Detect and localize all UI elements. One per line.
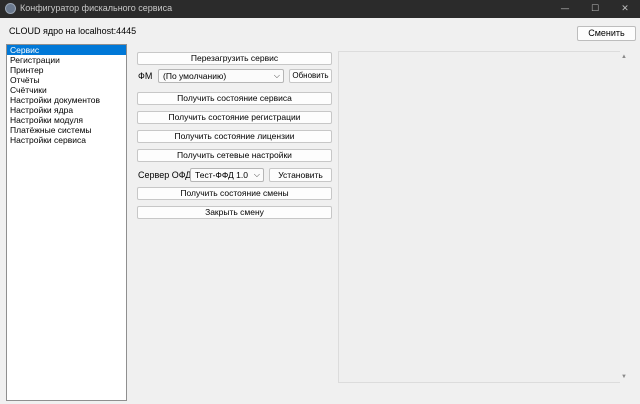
get-service-state-button[interactable]: Получить состояние сервиса: [137, 92, 332, 105]
ofd-server-value: Тест-ФФД 1.0: [195, 170, 248, 180]
close-button[interactable]: ✕: [610, 0, 640, 18]
close-shift-button[interactable]: Закрыть смену: [137, 206, 332, 219]
fm-select-value: (По умолчанию): [163, 71, 227, 81]
get-shift-state-button[interactable]: Получить состояние смены: [137, 187, 332, 200]
sidebar-item-core-settings[interactable]: Настройки ядра: [7, 105, 126, 115]
scroll-up-icon[interactable]: ▲: [620, 53, 628, 61]
host-label: CLOUD ядро на localhost:4445: [9, 26, 137, 36]
get-license-state-button[interactable]: Получить состояние лицензии: [137, 130, 332, 143]
scroll-down-icon[interactable]: ▼: [620, 373, 628, 381]
title-bar: Конфигуратор фискального сервиса — ☐ ✕: [0, 0, 640, 18]
sidebar-item-counters[interactable]: Счётчики: [7, 85, 126, 95]
sidebar-item-payment-systems[interactable]: Платёжные системы: [7, 125, 126, 135]
ofd-server-label: Сервер ОФД: [138, 170, 192, 180]
output-scrollbar[interactable]: ▲ ▼: [620, 51, 628, 383]
fm-label: ФМ: [138, 71, 153, 81]
refresh-button[interactable]: Обновить: [289, 69, 332, 83]
maximize-button[interactable]: ☐: [580, 0, 610, 18]
sidebar-nav: Сервис Регистрации Принтер Отчёты Счётчи…: [6, 44, 127, 401]
sidebar-item-printer[interactable]: Принтер: [7, 65, 126, 75]
output-panel[interactable]: [338, 51, 627, 383]
sidebar-item-document-settings[interactable]: Настройки документов: [7, 95, 126, 105]
sidebar-item-reports[interactable]: Отчёты: [7, 75, 126, 85]
minimize-button[interactable]: —: [550, 0, 580, 18]
chevron-down-icon: ⌵: [273, 71, 280, 80]
get-network-settings-button[interactable]: Получить сетевые настройки: [137, 149, 332, 162]
fm-select[interactable]: (По умолчанию) ⌵: [158, 69, 284, 83]
sidebar-item-service-settings[interactable]: Настройки сервиса: [7, 135, 126, 145]
ofd-server-select[interactable]: Тест-ФФД 1.0 ⌵: [190, 168, 264, 182]
window-title: Конфигуратор фискального сервиса: [20, 3, 173, 13]
change-button[interactable]: Сменить: [577, 26, 636, 41]
get-registration-state-button[interactable]: Получить состояние регистрации: [137, 111, 332, 124]
sidebar-item-module-settings[interactable]: Настройки модуля: [7, 115, 126, 125]
sidebar-item-registrations[interactable]: Регистрации: [7, 55, 126, 65]
sidebar-item-service[interactable]: Сервис: [7, 45, 126, 55]
app-icon: [5, 3, 16, 14]
restart-service-button[interactable]: Перезагрузить сервис: [137, 52, 332, 65]
chevron-down-icon: ⌵: [253, 170, 260, 179]
install-button[interactable]: Установить: [269, 168, 332, 182]
